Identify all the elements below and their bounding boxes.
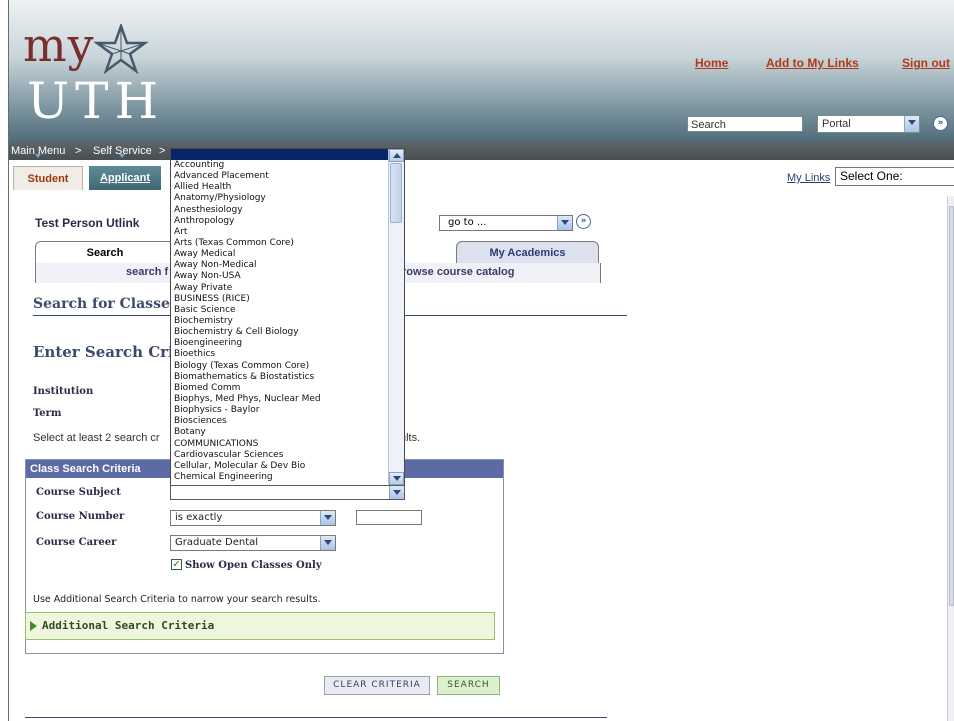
tab-my-academics[interactable]: My Academics xyxy=(456,241,599,263)
course-number-operator-select[interactable]: is exactly xyxy=(170,510,336,526)
course-career-value: Graduate Dental xyxy=(175,537,259,548)
subject-option[interactable]: Biosciences xyxy=(174,416,388,427)
show-open-classes-label: Show Open Classes Only xyxy=(185,560,322,571)
search-scope-value: Portal xyxy=(822,118,851,130)
chevron-down-icon xyxy=(320,536,335,550)
course-subject-select[interactable] xyxy=(170,485,405,500)
subject-option[interactable]: Anesthesiology xyxy=(174,205,388,216)
tab-student[interactable]: Student xyxy=(13,166,83,190)
subject-option[interactable]: Biophysics - Baylor xyxy=(174,405,388,416)
header-search-input[interactable]: Search xyxy=(687,116,803,132)
course-number-operator-value: is exactly xyxy=(175,512,223,523)
subject-option[interactable]: Bioengineering xyxy=(174,338,388,349)
home-link[interactable]: Home xyxy=(695,56,728,70)
dropdown-selected-blank-option[interactable] xyxy=(171,149,388,160)
browser-frame: my UTH Home Add to My Links Sign out Sea… xyxy=(8,0,954,721)
star-logo-icon xyxy=(93,24,149,74)
course-subject-dropdown-list[interactable]: Accounting Advanced Placement Allied Healt… xyxy=(170,148,405,486)
my-links-select-value: Select One: xyxy=(840,169,903,183)
chevron-down-icon xyxy=(320,511,335,525)
page-scrollbar-thumb[interactable] xyxy=(949,206,954,606)
breadcrumb-separator: > xyxy=(75,145,82,157)
subject-option[interactable]: Biomed Comm xyxy=(174,383,388,394)
my-links-link[interactable]: My Links xyxy=(787,172,830,184)
subject-option[interactable]: Biomathematics & Biostatistics xyxy=(174,372,388,383)
subject-option[interactable]: Art xyxy=(174,227,388,238)
chevron-down-icon xyxy=(389,486,404,499)
course-subject-label: Course Subject xyxy=(36,487,121,498)
subject-option[interactable]: Away Non-Medical xyxy=(174,260,388,271)
person-name: Test Person Utlink xyxy=(35,216,140,230)
course-career-select[interactable]: Graduate Dental xyxy=(170,535,336,551)
subject-option[interactable]: Advanced Placement xyxy=(174,171,388,182)
add-to-my-links-link[interactable]: Add to My Links xyxy=(766,56,859,70)
goto-go-icon[interactable]: » xyxy=(576,214,591,229)
course-number-label: Course Number xyxy=(36,511,125,522)
subject-option[interactable]: Away Private xyxy=(174,283,388,294)
subject-option[interactable]: Away Medical xyxy=(174,249,388,260)
tab-applicant[interactable]: Applicant xyxy=(89,166,161,190)
breadcrumb-menu: Main Menu > Self Service > xyxy=(9,142,954,160)
subject-option[interactable]: Away Non-USA xyxy=(174,271,388,282)
additional-search-criteria-label: Additional Search Criteria xyxy=(42,619,215,632)
chevron-down-icon xyxy=(557,216,572,230)
institution-label: Institution xyxy=(33,386,94,397)
enter-search-criteria-heading: Enter Search Crite xyxy=(33,343,191,361)
subject-option[interactable]: Chemical Engineering xyxy=(174,472,388,483)
subject-option[interactable]: Biochemistry xyxy=(174,316,388,327)
subject-option[interactable]: BUSINESS (RICE) xyxy=(174,294,388,305)
subject-option[interactable]: COMMUNICATIONS xyxy=(174,439,388,450)
goto-select[interactable]: go to ... xyxy=(439,215,573,231)
browse-catalog-link[interactable]: rowse course catalog xyxy=(402,266,515,278)
subject-option[interactable]: Basic Science xyxy=(174,305,388,316)
additional-criteria-hint: Use Additional Search Criteria to narrow… xyxy=(33,594,321,605)
sign-out-link[interactable]: Sign out xyxy=(902,56,950,70)
search-button[interactable]: SEARCH xyxy=(437,676,500,695)
subject-option[interactable]: Biochemistry & Cell Biology xyxy=(174,327,388,338)
additional-search-criteria-toggle[interactable]: Additional Search Criteria xyxy=(25,612,495,640)
term-label: Term xyxy=(33,408,62,419)
subject-option[interactable]: Accounting xyxy=(174,160,388,171)
main-menu-arrow-icon xyxy=(35,154,41,158)
scroll-down-icon[interactable] xyxy=(389,472,404,485)
show-open-classes-checkbox[interactable]: ✓ xyxy=(171,559,182,570)
subject-option[interactable]: Cellular, Molecular & Dev Bio xyxy=(174,461,388,472)
scroll-up-icon[interactable] xyxy=(389,149,404,162)
my-links-select[interactable]: Select One: xyxy=(835,167,954,186)
subject-option[interactable]: Biophys, Med Phys, Nuclear Med xyxy=(174,394,388,405)
search-for-classes-link[interactable]: search f xyxy=(126,266,168,278)
search-for-classes-heading: Search for Classes xyxy=(33,296,178,312)
tab-search[interactable]: Search xyxy=(35,241,175,263)
logo-my: my xyxy=(23,18,95,72)
logo-uth: UTH xyxy=(27,72,165,130)
subject-option[interactable]: Allied Health xyxy=(174,182,388,193)
bottom-divider xyxy=(25,717,607,718)
search-criteria-hint: Select at least 2 search cr xyxy=(33,432,160,444)
breadcrumb-separator-2: > xyxy=(159,145,166,157)
dropdown-scrollbar[interactable] xyxy=(388,149,404,485)
header-search-go-icon[interactable]: » xyxy=(933,116,948,131)
self-service-arrow-icon xyxy=(119,154,125,158)
subject-option[interactable]: Botany xyxy=(174,427,388,438)
course-number-input[interactable] xyxy=(356,510,422,525)
subject-option[interactable]: Anthropology xyxy=(174,216,388,227)
subject-option[interactable]: Anatomy/Physiology xyxy=(174,193,388,204)
expand-triangle-icon xyxy=(30,621,37,631)
chevron-down-icon xyxy=(904,116,919,132)
subject-option[interactable]: Bioethics xyxy=(174,349,388,360)
page-scrollbar[interactable] xyxy=(947,196,954,721)
course-career-label: Course Career xyxy=(36,537,117,548)
header-search-scope-select[interactable]: Portal xyxy=(817,115,920,133)
subject-option[interactable]: Arts (Texas Common Core) xyxy=(174,238,388,249)
subject-option[interactable]: Biology (Texas Common Core) xyxy=(174,361,388,372)
clear-criteria-button[interactable]: CLEAR CRITERIA xyxy=(324,676,430,695)
goto-select-value: go to ... xyxy=(448,217,487,228)
subject-option[interactable]: Cardiovascular Sciences xyxy=(174,450,388,461)
dropdown-scrollbar-thumb[interactable] xyxy=(390,163,402,223)
portal-header: my UTH Home Add to My Links Sign out Sea… xyxy=(9,0,954,142)
course-subject-options: Accounting Advanced Placement Allied Healt… xyxy=(174,160,388,483)
